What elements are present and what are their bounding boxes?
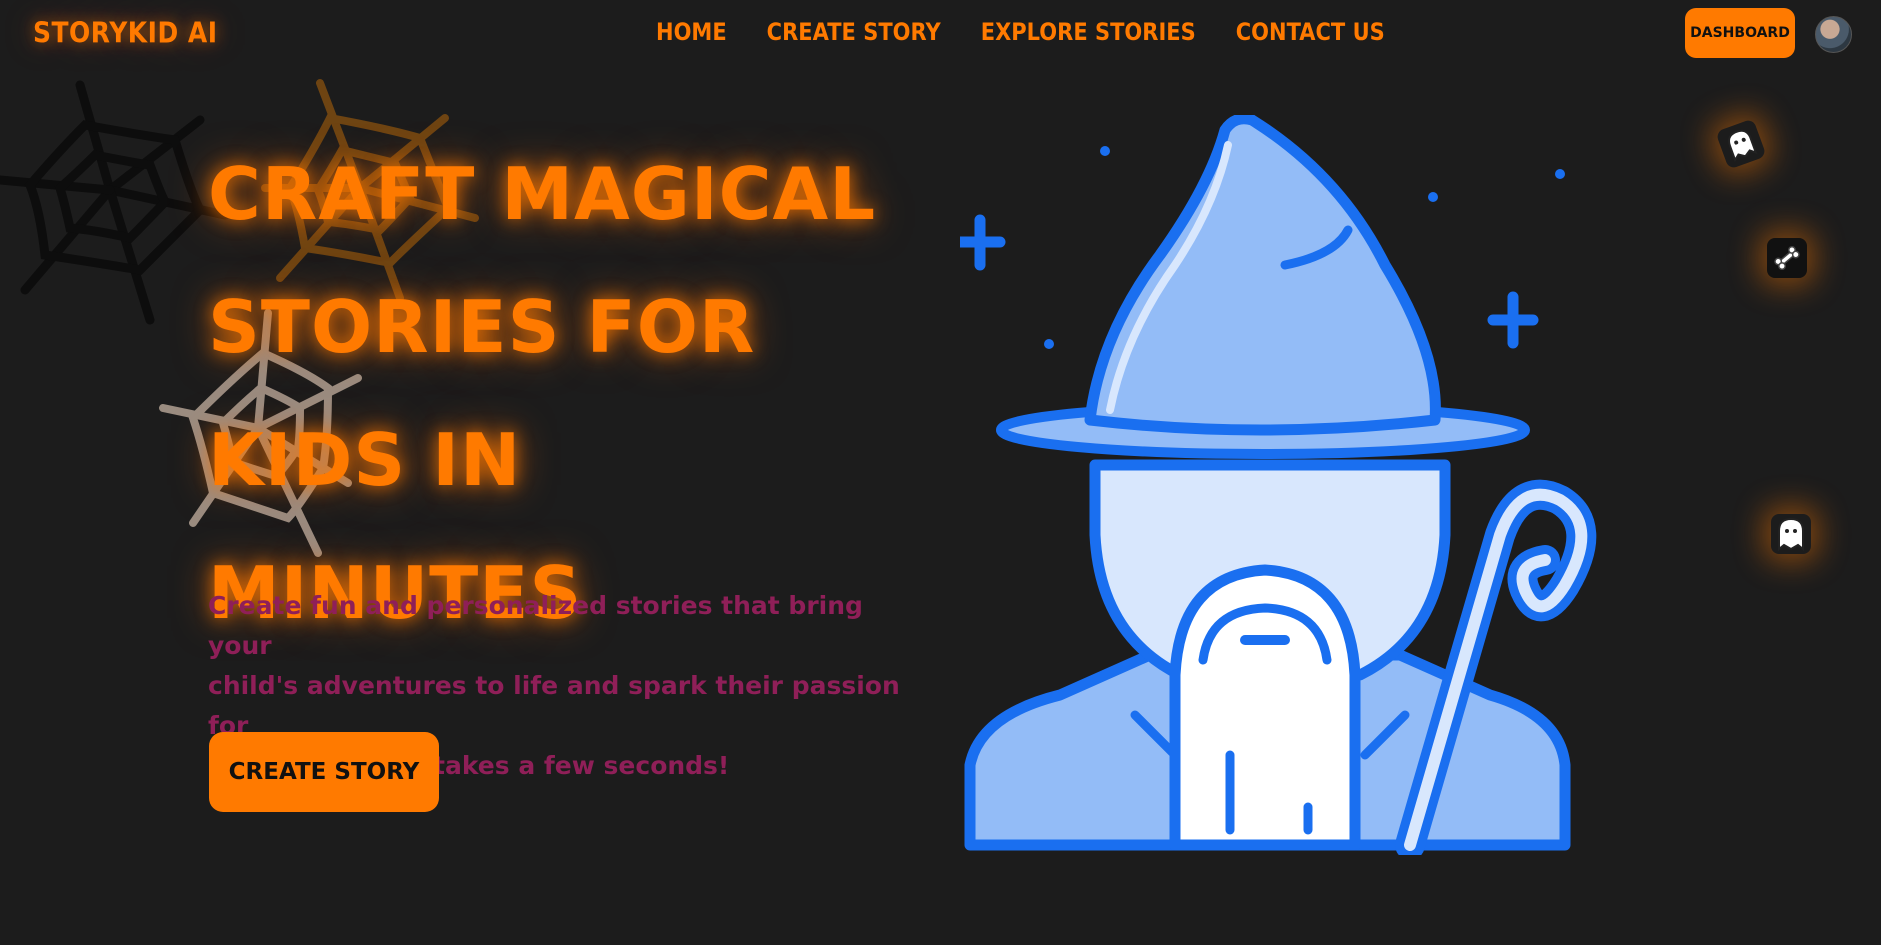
nav-item-contact-us[interactable]: CONTACT US	[1236, 18, 1385, 46]
hero-title-line: CRAFT MAGICAL	[208, 152, 877, 236]
brand-logo[interactable]: STORYKID AI	[33, 16, 218, 49]
dashboard-button[interactable]: DASHBOARD	[1685, 8, 1795, 58]
landing-page: STORYKID AI HOME CREATE STORY EXPLORE ST…	[0, 0, 1881, 945]
nav-item-home[interactable]: HOME	[656, 18, 727, 46]
wizard-illustration	[960, 115, 1597, 855]
nav-item-explore-stories[interactable]: EXPLORE STORIES	[981, 18, 1196, 46]
create-story-button[interactable]: CREATE STORY	[209, 732, 439, 812]
hero-title: CRAFT MAGICAL STORIES FOR KIDS IN MINUTE…	[208, 128, 908, 660]
ghost-icon	[1715, 118, 1766, 169]
spider-web-icon	[0, 80, 230, 325]
hero-title-line: STORIES FOR KIDS IN	[208, 285, 756, 502]
nav-item-create-story[interactable]: CREATE STORY	[767, 18, 941, 46]
main-nav: HOME CREATE STORY EXPLORE STORIES CONTAC…	[656, 18, 1385, 46]
hero-subtitle-line: Create fun and personalized stories that…	[208, 591, 863, 660]
bone-icon	[1767, 238, 1807, 278]
ghost-icon	[1771, 514, 1811, 554]
hero-subtitle-line: child's adventures to life and spark the…	[208, 671, 900, 740]
avatar[interactable]	[1815, 16, 1852, 53]
